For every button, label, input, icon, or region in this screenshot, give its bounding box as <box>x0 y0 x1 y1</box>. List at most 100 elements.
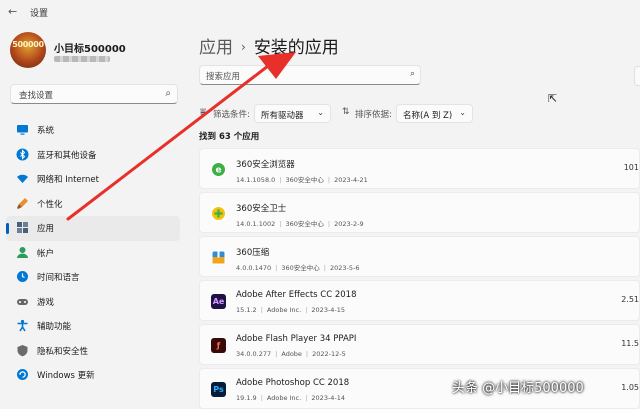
app-size: 11.5 <box>621 339 639 348</box>
app-publisher: Adobe <box>281 350 302 358</box>
app-name: Adobe Photoshop CC 2018 <box>236 378 350 388</box>
app-version: 4.0.0.1470 <box>236 264 272 272</box>
app-date: 2023-4-21 <box>334 176 368 184</box>
monitor-icon <box>16 123 29 136</box>
apps-icon <box>16 221 29 234</box>
app-name: 360安全浏览器 <box>236 160 295 170</box>
app-row-360-safe[interactable]: 360安全卫士 14.0.1.1002 | 360安全中心 | 2023-2-9 <box>199 192 640 233</box>
app-meta: 14.1.1058.0 | 360安全中心 | 2023-4-21 <box>236 176 368 184</box>
app-version: 15.1.2 <box>236 306 257 314</box>
app-name: 360压缩 <box>236 248 270 258</box>
settings-search-placeholder: 查找设置 <box>19 91 54 101</box>
sidebar-item-bluetooth[interactable]: 蓝牙和其他设备 <box>6 143 180 168</box>
globe-clock-icon <box>16 270 29 283</box>
view-toggle-button[interactable] <box>634 66 640 86</box>
app-size: 2.51 <box>621 295 639 304</box>
sort-label: 排序依据: <box>355 110 392 120</box>
360-safe-icon <box>211 206 226 221</box>
brush-icon <box>16 197 29 210</box>
app-meta: 19.1.9 | Adobe Inc. | 2023-4-14 <box>236 394 346 402</box>
app-date: 2023-5-6 <box>329 264 360 272</box>
chevron-down-icon: ⌄ <box>317 108 324 117</box>
wifi-icon <box>16 172 29 185</box>
bluetooth-icon <box>16 148 29 161</box>
sidebar-item-apps[interactable]: 应用 <box>6 216 180 241</box>
sidebar-nav: 系统 蓝牙和其他设备 网络和 Internet 个性化 应用 帐户 时间和语言 … <box>6 118 182 388</box>
app-row-360-browser[interactable]: e 360安全浏览器 14.1.1058.0 | 360安全中心 | 2023-4-21… <box>199 148 640 189</box>
app-version: 14.1.1058.0 <box>236 176 276 184</box>
user-name: 小目标500000 <box>54 44 126 55</box>
mouse-cursor-icon: ⇱ <box>548 92 558 105</box>
app-size: 1.05 <box>621 383 639 392</box>
settings-search-input[interactable]: 查找设置 ⌕ <box>10 84 178 104</box>
sidebar-item-label: 辅助功能 <box>37 322 72 332</box>
app-row-after-effects[interactable]: Ae Adobe After Effects CC 2018 15.1.2 | Ad… <box>199 280 640 321</box>
app-date: 2023-2-9 <box>334 220 364 228</box>
sidebar-item-time-language[interactable]: 时间和语言 <box>6 265 180 290</box>
update-icon <box>16 368 29 381</box>
sidebar-item-label: 个性化 <box>37 199 63 210</box>
photoshop-icon: Ps <box>211 382 226 397</box>
app-version: 19.1.9 <box>236 394 257 402</box>
sidebar-item-personalization[interactable]: 个性化 <box>6 192 180 217</box>
user-email-blurred <box>54 56 110 62</box>
chevron-right-icon: › <box>241 40 246 54</box>
sidebar-item-accessibility[interactable]: 辅助功能 <box>6 314 180 339</box>
sidebar-item-label: 隐私和安全性 <box>37 346 89 357</box>
app-publisher: Adobe Inc. <box>266 306 302 314</box>
avatar[interactable]: 500000 <box>10 32 46 68</box>
sidebar-item-network[interactable]: 网络和 Internet <box>6 167 180 192</box>
360-browser-icon: e <box>211 162 226 177</box>
sidebar-item-label: 系统 <box>37 126 55 136</box>
sidebar-item-accounts[interactable]: 帐户 <box>6 241 180 266</box>
app-search-placeholder: 搜索应用 <box>206 72 241 82</box>
sidebar-item-label: 蓝牙和其他设备 <box>37 150 97 161</box>
sidebar-item-label: 游戏 <box>37 297 55 308</box>
app-version: 14.0.1.1002 <box>236 220 276 228</box>
breadcrumb: 应用 › 安装的应用 <box>199 33 339 58</box>
360-zip-icon <box>211 250 226 265</box>
app-meta: 15.1.2 | Adobe Inc. | 2023-4-15 <box>236 306 346 314</box>
app-version: 34.0.0.277 <box>236 350 272 358</box>
watermark: 头条 @小目标500000 <box>452 381 584 396</box>
sidebar-item-windows-update[interactable]: Windows 更新 <box>6 363 180 388</box>
app-meta: 14.0.1.1002 | 360安全中心 | 2023-2-9 <box>236 220 364 228</box>
app-date: 2022-12-5 <box>312 350 346 358</box>
app-date: 2023-4-14 <box>311 394 346 402</box>
back-arrow-icon[interactable]: ← <box>8 6 20 18</box>
after-effects-icon: Ae <box>211 294 226 309</box>
app-publisher: 360安全中心 <box>281 264 320 272</box>
app-publisher: 360安全中心 <box>285 220 324 228</box>
sort-dropdown[interactable]: 名称(A 到 Z) ⌄ <box>396 104 473 123</box>
app-row-flash-player[interactable]: ƒ Adobe Flash Player 34 PPAPI 34.0.0.277… <box>199 324 640 365</box>
gamepad-icon <box>16 295 29 308</box>
app-publisher: 360安全中心 <box>285 176 324 184</box>
app-meta: 34.0.0.277 | Adobe | 2022-12-5 <box>236 350 346 358</box>
filter-dropdown[interactable]: 所有驱动器 ⌄ <box>254 104 331 123</box>
sort-icon: ⇅ <box>342 107 350 117</box>
sidebar-item-label: 应用 <box>37 224 55 234</box>
breadcrumb-parent[interactable]: 应用 <box>199 38 233 58</box>
app-row-360-zip[interactable]: 360压缩 4.0.0.1470 | 360安全中心 | 2023-5-6 <box>199 236 640 277</box>
app-search-input[interactable]: 搜索应用 ⌕ <box>199 65 421 85</box>
app-size: 101 <box>623 163 639 172</box>
sidebar-item-label: 帐户 <box>37 248 55 259</box>
sidebar-item-privacy[interactable]: 隐私和安全性 <box>6 339 180 364</box>
search-icon: ⌕ <box>165 88 171 99</box>
filter-value: 所有驱动器 <box>261 111 304 121</box>
chevron-down-icon: ⌄ <box>459 108 466 117</box>
sidebar-item-label: Windows 更新 <box>37 371 95 381</box>
account-icon <box>16 246 29 259</box>
svg-text:e: e <box>215 166 221 176</box>
sidebar-item-system[interactable]: 系统 <box>6 118 180 143</box>
flash-player-icon: ƒ <box>211 338 226 353</box>
sidebar-item-gaming[interactable]: 游戏 <box>6 290 180 315</box>
page-title: 安装的应用 <box>253 38 339 58</box>
filter-label: 筛选条件: <box>213 110 250 120</box>
shield-icon <box>16 344 29 357</box>
app-name: Adobe Flash Player 34 PPAPI <box>236 334 357 344</box>
app-meta: 4.0.0.1470 | 360安全中心 | 2023-5-6 <box>236 264 360 272</box>
sidebar-item-label: 网络和 Internet <box>37 175 99 185</box>
app-date: 2023-4-15 <box>311 306 346 314</box>
sort-value: 名称(A 到 Z) <box>403 111 453 121</box>
